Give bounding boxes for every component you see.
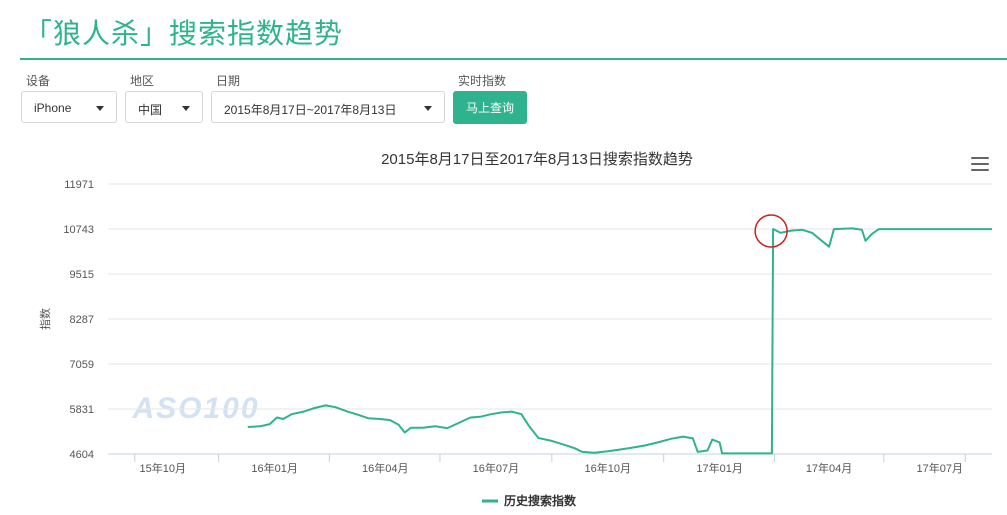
x-tick-label: 17年07月 [916, 461, 962, 475]
chart-title: 2015年8月17日至2017年8月13日搜索指数趋势 [381, 151, 693, 168]
y-tick-label: 10743 [63, 224, 94, 236]
y-tick-label: 9515 [70, 269, 94, 281]
y-axis-label: 指数 [38, 308, 52, 330]
y-tick-label: 4604 [70, 449, 94, 461]
x-tick-label: 16年10月 [585, 461, 631, 475]
y-tick-label: 7059 [70, 359, 94, 371]
y-tick-label: 11971 [64, 179, 94, 191]
legend-item[interactable]: 历史搜索指数 [504, 493, 577, 508]
x-tick-label: 16年01月 [251, 461, 297, 475]
highlight-circle [754, 214, 788, 248]
x-tick-label: 17年01月 [696, 461, 742, 475]
x-tick-label: 17年04月 [806, 461, 852, 475]
x-tick-label: 16年07月 [473, 461, 519, 475]
series-line [247, 227, 992, 455]
x-tick-label: 16年04月 [362, 461, 408, 475]
chart: 2015年8月17日至2017年8月13日搜索指数趋势 ASO100 4604 5… [38, 151, 992, 508]
x-tick-label: 15年10月 [139, 461, 185, 475]
y-tick-label: 5831 [70, 404, 94, 416]
watermark-logo: ASO100 [131, 392, 259, 425]
y-tick-label: 8287 [70, 314, 94, 326]
